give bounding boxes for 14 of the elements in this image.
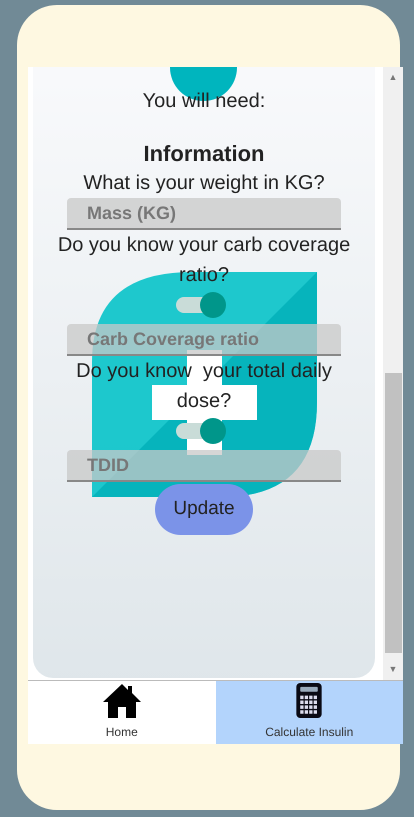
- scroll-down-arrow[interactable]: ▼: [388, 659, 398, 680]
- scrollbar[interactable]: ▲ ▼: [383, 67, 403, 680]
- input-field[interactable]: Mass (KG): [67, 198, 341, 230]
- input-field[interactable]: TDID: [67, 450, 341, 482]
- update-button[interactable]: Update: [155, 484, 253, 535]
- input-field[interactable]: Carb Coverage ratio: [67, 324, 341, 356]
- calculator-icon: [295, 682, 324, 719]
- home-icon: [102, 683, 142, 719]
- question-text: What is your weight in KG?: [82, 171, 326, 196]
- scrollbar-thumb[interactable]: [384, 373, 402, 653]
- nav-tab[interactable]: Home: [28, 681, 216, 744]
- section-heading: Information: [144, 140, 264, 168]
- scroll-up-arrow[interactable]: ▲: [388, 67, 398, 88]
- nav-tab[interactable]: Calculate Insulin: [216, 681, 403, 744]
